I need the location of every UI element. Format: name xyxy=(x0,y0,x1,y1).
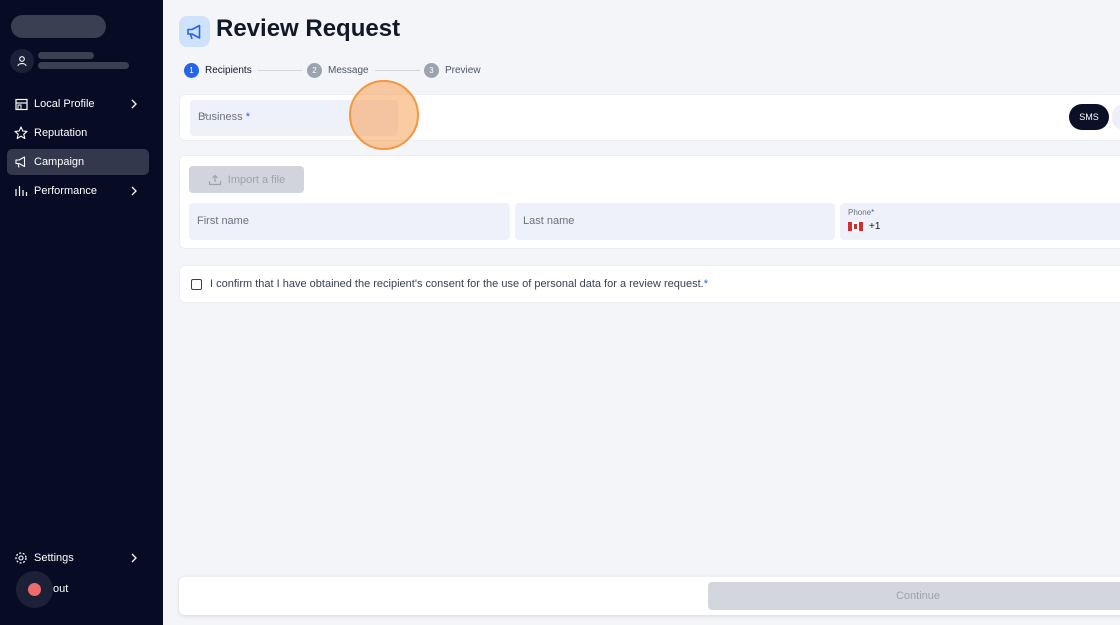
megaphone-icon xyxy=(179,16,210,47)
record-dot-icon xyxy=(28,583,41,596)
business-card: Business * xyxy=(179,94,1120,141)
step-connector xyxy=(375,70,420,71)
sidebar-item-label: Reputation xyxy=(34,127,88,139)
logout-link[interactable]: out xyxy=(53,583,68,595)
consent-checkbox[interactable] xyxy=(191,279,202,290)
user-email-placeholder xyxy=(38,62,129,69)
sidebar-item-label: Performance xyxy=(34,185,97,197)
import-file-label: Import a file xyxy=(227,173,286,186)
phone-input[interactable]: Phone* +1 xyxy=(840,203,1120,240)
channel-sms-toggle[interactable]: SMS xyxy=(1069,104,1109,130)
chevron-right-icon xyxy=(131,553,137,563)
gear-icon xyxy=(14,551,28,565)
sidebar-item-campaign[interactable]: Campaign xyxy=(7,149,149,175)
last-name-input[interactable]: Last name xyxy=(515,203,835,240)
step-number: 2 xyxy=(307,63,322,78)
logo-placeholder xyxy=(11,15,106,38)
upload-icon xyxy=(208,174,221,185)
step-number: 3 xyxy=(424,63,439,78)
click-indicator xyxy=(349,80,419,150)
sidebar-item-label: Campaign xyxy=(34,156,85,168)
canada-flag-icon[interactable] xyxy=(848,222,863,231)
phone-label: Phone* xyxy=(848,208,875,217)
user-name-placeholder xyxy=(38,52,94,59)
import-file-button[interactable]: Import a file xyxy=(189,166,304,193)
sidebar-item-settings[interactable]: Settings xyxy=(7,545,149,571)
megaphone-icon xyxy=(14,155,28,169)
consent-text: I confirm that I have obtained the recip… xyxy=(210,278,708,290)
step-label: Message xyxy=(328,65,369,76)
chevron-right-icon xyxy=(131,99,137,109)
continue-button[interactable]: Continue xyxy=(708,582,1120,610)
step-message[interactable]: 2 Message xyxy=(307,63,369,78)
phone-country-code: +1 xyxy=(869,221,881,232)
step-connector xyxy=(258,70,302,71)
sidebar-item-label: Local Profile xyxy=(34,98,95,110)
sidebar-item-performance[interactable]: Performance xyxy=(7,178,149,204)
required-mark: * xyxy=(245,111,250,123)
caret-up-icon[interactable] xyxy=(203,113,209,116)
first-name-input[interactable]: First name xyxy=(189,203,510,240)
storefront-icon xyxy=(14,97,28,111)
sidebar-item-local-profile[interactable]: Local Profile xyxy=(7,91,149,117)
step-recipients[interactable]: 1 Recipients xyxy=(184,63,252,78)
chevron-right-icon xyxy=(131,186,137,196)
step-label: Recipients xyxy=(205,65,252,76)
record-button[interactable] xyxy=(16,571,53,608)
sidebar: Local Profile Reputation Campaign Perfor… xyxy=(0,0,163,625)
user-icon xyxy=(10,49,34,73)
step-label: Preview xyxy=(445,65,481,76)
sidebar-item-label: Settings xyxy=(34,552,74,564)
bar-chart-icon xyxy=(14,184,28,198)
step-preview[interactable]: 3 Preview xyxy=(424,63,481,78)
star-icon xyxy=(14,126,28,140)
page-title: Review Request xyxy=(216,15,401,42)
sidebar-item-reputation[interactable]: Reputation xyxy=(7,120,149,146)
step-number: 1 xyxy=(184,63,199,78)
